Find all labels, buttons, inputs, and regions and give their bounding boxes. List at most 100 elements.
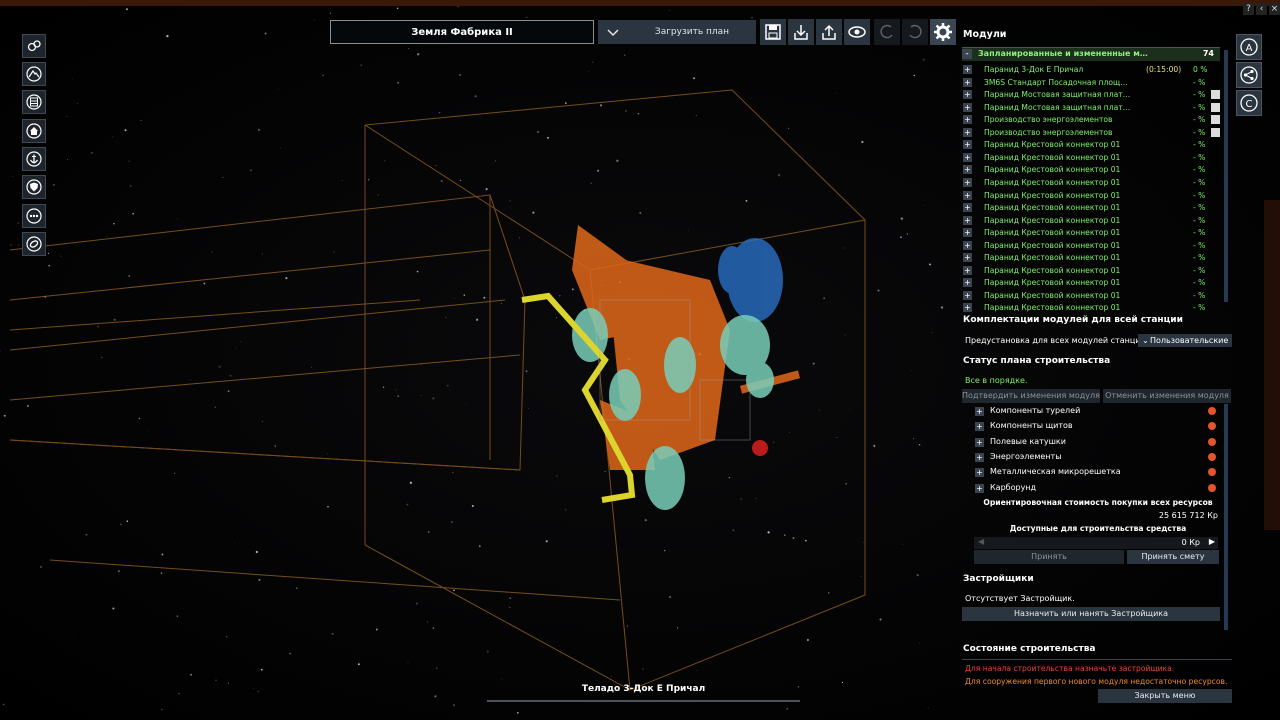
expand-icon[interactable]: +	[963, 290, 972, 300]
module-row[interactable]: + Паранид Крестовой коннектор 01 - %	[962, 190, 1220, 203]
accept-budget-button[interactable]: Принять смету	[1127, 550, 1219, 564]
load-plan-dropdown[interactable]: Загрузить план	[598, 20, 756, 44]
module-row[interactable]: + Паранид Крестовой коннектор 01 - %	[962, 215, 1220, 228]
left-tool-modules[interactable]	[22, 34, 46, 58]
expand-icon[interactable]: +	[975, 468, 984, 478]
module-progress: - %	[1193, 265, 1206, 275]
edit-icon[interactable]	[1211, 127, 1220, 137]
expand-icon[interactable]: +	[963, 265, 972, 275]
module-row[interactable]: + ЗМ6S Стандарт Посадочная площ… - %	[962, 77, 1220, 90]
edit-icon[interactable]	[1211, 102, 1220, 112]
expand-icon[interactable]: +	[963, 253, 972, 263]
module-row[interactable]: + Паранид 3-Док Е Причал (0:15:00) 0 %	[962, 64, 1220, 77]
expand-icon[interactable]: +	[963, 240, 972, 250]
funds-slider[interactable]: ◀ 0 Кр ▶	[974, 537, 1218, 549]
module-row[interactable]: + Паранид Крестовой коннектор 01 - %	[962, 202, 1220, 215]
left-tool-defence[interactable]	[22, 175, 46, 199]
cancel-changes-button[interactable]: Отменить изменения модуля	[1103, 389, 1231, 403]
module-row[interactable]: + Производство энергоэлементов - %	[962, 127, 1220, 140]
planned-modules-header[interactable]: - Запланированные и измененные м… 74	[962, 47, 1220, 61]
module-name: Паранид Крестовой коннектор 01	[984, 240, 1121, 250]
module-row[interactable]: + Паранид Крестовой коннектор 01 - %	[962, 302, 1220, 315]
left-tool-storage[interactable]	[22, 90, 46, 114]
assign-manager-button[interactable]: A	[1236, 34, 1262, 60]
expand-icon[interactable]: +	[963, 228, 972, 238]
left-tool-docks[interactable]	[22, 147, 46, 171]
slider-right-arrow-icon[interactable]: ▶	[1209, 537, 1215, 546]
edit-icon[interactable]	[1211, 90, 1220, 100]
share-button[interactable]	[1236, 62, 1262, 88]
module-row[interactable]: + Паранид Крестовой коннектор 01 - %	[962, 227, 1220, 240]
expand-icon[interactable]: +	[963, 303, 972, 313]
est-cost-label: Ориентировочная стоимость покупки всех р…	[983, 498, 1213, 507]
module-row[interactable]: + Паранид Крестовой коннектор 01 - %	[962, 290, 1220, 303]
expand-icon[interactable]: +	[975, 437, 984, 447]
confirm-changes-button[interactable]: Подтвердить изменения модуля	[962, 389, 1100, 403]
resource-row[interactable]: + Компоненты щитов	[974, 419, 1220, 434]
module-row[interactable]: + Производство энергоэлементов - %	[962, 114, 1220, 127]
redo-button[interactable]	[902, 19, 928, 45]
expand-icon[interactable]: +	[963, 165, 972, 175]
expand-icon[interactable]: +	[963, 152, 972, 162]
plan-scrollbar[interactable]	[1224, 404, 1228, 630]
module-row[interactable]: + Паранид Мостовая защитная плат… - %	[962, 102, 1220, 115]
module-row[interactable]: + Паранид Крестовой коннектор 01 - %	[962, 164, 1220, 177]
left-tool-misc[interactable]	[22, 204, 46, 228]
module-row[interactable]: + Паранид Крестовой коннектор 01 - %	[962, 240, 1220, 253]
expand-icon[interactable]: +	[963, 102, 972, 112]
save-plan-button[interactable]	[760, 19, 786, 45]
resource-row[interactable]: + Металлическая микрорешетка	[974, 465, 1220, 480]
expand-icon[interactable]: +	[963, 65, 972, 74]
module-name: Паранид Крестовой коннектор 01	[984, 265, 1121, 275]
left-tool-habitat[interactable]	[22, 119, 46, 143]
back-button[interactable]: ‹	[1256, 3, 1267, 15]
module-progress: - %	[1193, 203, 1206, 213]
assign-builder-button[interactable]: Назначить или нанять Застройщика	[962, 607, 1220, 621]
view-toggle-button[interactable]	[844, 19, 870, 45]
expand-icon[interactable]: +	[975, 483, 984, 493]
expand-icon[interactable]: +	[963, 90, 972, 100]
edit-icon[interactable]	[1211, 115, 1220, 125]
accept-button[interactable]: Принять	[974, 550, 1124, 564]
close-window-button[interactable]: ×	[1269, 3, 1280, 15]
expand-icon[interactable]: +	[963, 177, 972, 187]
collapse-icon[interactable]: -	[962, 49, 972, 59]
left-tool-connections[interactable]	[22, 232, 46, 256]
expand-icon[interactable]: +	[963, 77, 972, 87]
expand-icon[interactable]: +	[963, 215, 972, 225]
resource-row[interactable]: + Энергоэлементы	[974, 450, 1220, 465]
station-name-field[interactable]: Земля Фабрика II	[330, 20, 594, 44]
credits-button[interactable]: C	[1236, 90, 1262, 116]
export-plan-button[interactable]	[816, 19, 842, 45]
expand-icon[interactable]: +	[963, 190, 972, 200]
expand-icon[interactable]: +	[963, 278, 972, 288]
planned-modules-label: Запланированные и измененные м…	[978, 49, 1148, 58]
undo-button[interactable]	[874, 19, 900, 45]
module-row[interactable]: + Паранид Мостовая защитная плат… - %	[962, 89, 1220, 102]
module-row[interactable]: + Паранид Крестовой коннектор 01 - %	[962, 252, 1220, 265]
resource-row[interactable]: + Компоненты турелей	[974, 404, 1220, 419]
expand-icon[interactable]: +	[975, 452, 984, 462]
resource-row[interactable]: + Карборунд	[974, 481, 1220, 496]
import-plan-button[interactable]	[788, 19, 814, 45]
slider-left-arrow-icon[interactable]: ◀	[978, 537, 984, 546]
expand-icon[interactable]: +	[975, 422, 984, 432]
module-row[interactable]: + Паранид Крестовой коннектор 01 - %	[962, 152, 1220, 165]
preset-dropdown[interactable]: ⌄ Пользовательские	[1138, 334, 1232, 347]
close-menu-button[interactable]: Закрыть меню	[1098, 689, 1232, 703]
settings-button[interactable]	[930, 19, 956, 45]
module-row[interactable]: + Паранид Крестовой коннектор 01 - %	[962, 139, 1220, 152]
expand-icon[interactable]: +	[975, 407, 984, 416]
module-row[interactable]: + Паранид Крестовой коннектор 01 - %	[962, 277, 1220, 290]
expand-icon[interactable]: +	[963, 127, 972, 137]
expand-icon[interactable]: +	[963, 140, 972, 150]
help-button[interactable]: ?	[1243, 3, 1254, 15]
module-list-scrollbar[interactable]	[1224, 50, 1228, 302]
module-row[interactable]: + Паранид Крестовой коннектор 01 - %	[962, 265, 1220, 278]
left-tool-terrain[interactable]	[22, 62, 46, 86]
resource-row[interactable]: + Полевые катушки	[974, 435, 1220, 450]
module-time: (0:15:00)	[1146, 65, 1182, 74]
expand-icon[interactable]: +	[963, 203, 972, 213]
module-row[interactable]: + Паранид Крестовой коннектор 01 - %	[962, 177, 1220, 190]
expand-icon[interactable]: +	[963, 115, 972, 125]
